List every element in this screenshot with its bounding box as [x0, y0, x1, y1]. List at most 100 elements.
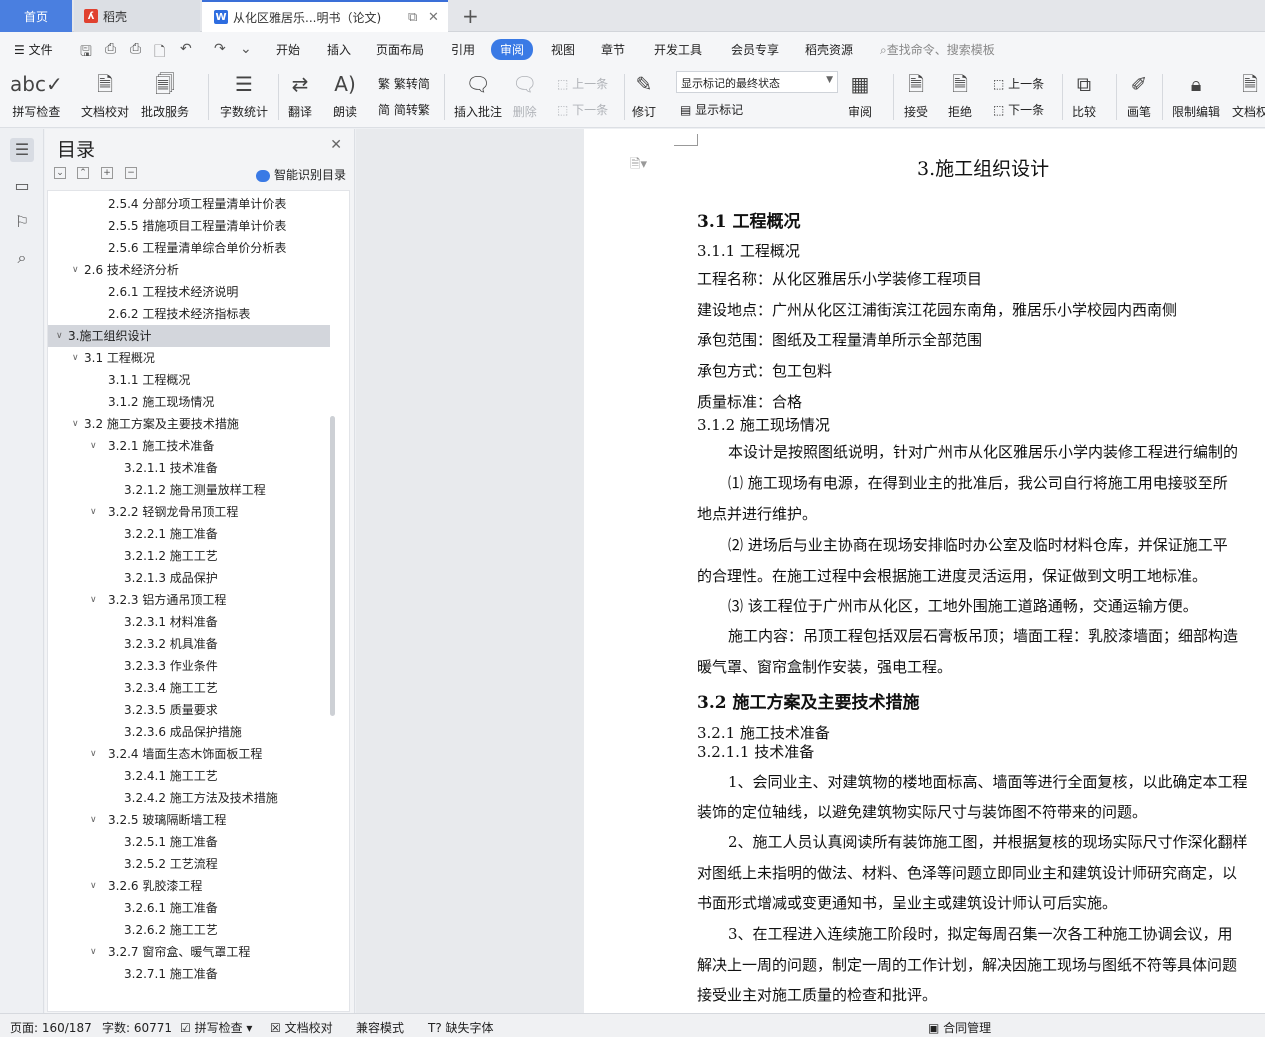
menu-dev-tools[interactable]: 开发工具 [654, 41, 702, 58]
toc-item[interactable]: 3.2.3.1 材料准备 [48, 611, 330, 633]
next-comment-button[interactable]: ⬚ 下一条 [557, 101, 608, 118]
reject-button[interactable]: 🗎 拒绝 [948, 70, 972, 120]
smart-toc-button[interactable]: 智能识别目录 [255, 166, 346, 183]
toc-item[interactable]: 3.2.4.1 施工工艺 [48, 765, 330, 787]
toc-item[interactable]: 3.2.1.2 施工测量放样工程 [48, 479, 330, 501]
chevron-down-icon[interactable]: ∨ [90, 589, 102, 611]
prev-comment-button[interactable]: ⬚ 上一条 [557, 75, 608, 92]
tab-daoke[interactable]: ʎ 稻壳 [74, 0, 200, 32]
chevron-down-icon[interactable]: ∨ [90, 941, 102, 963]
toc-item[interactable]: 3.1.2 施工现场情况 [48, 391, 330, 413]
batch-service-button[interactable]: 🗐 批改服务 [141, 70, 189, 120]
save-icon[interactable]: 🖫 [80, 41, 92, 65]
markup-state-select[interactable]: 显示标记的最终状态 ▼ [676, 71, 838, 93]
trad-to-simp-button[interactable]: 繁 繁转简 [378, 75, 430, 92]
toc-item[interactable]: 3.2.2.1 施工准备 [48, 523, 330, 545]
expand-all-icon[interactable]: ⌃ [77, 167, 89, 179]
toc-item[interactable]: ∨ 2.6 技术经济分析 [48, 259, 330, 281]
compare-button[interactable]: ⧉ 比较 [1072, 70, 1096, 120]
toc-item[interactable]: 2.5.6 工程量清单综合单价分析表 [48, 237, 330, 259]
toc-item[interactable]: 3.2.3.4 施工工艺 [48, 677, 330, 699]
toc-item[interactable]: 3.2.3.5 质量要求 [48, 699, 330, 721]
doc-permission-button[interactable]: 🗎 文档权 [1232, 70, 1265, 120]
menu-member[interactable]: 会员专享 [731, 41, 779, 58]
toc-item[interactable]: 3.1.1 工程概况 [48, 369, 330, 391]
chevron-down-icon[interactable]: ∨ [72, 259, 84, 281]
translate-button[interactable]: ⇄ 翻译 [288, 70, 312, 120]
file-menu[interactable]: ☰ 文件 [14, 41, 53, 58]
toc-item[interactable]: ∨ 3.2.6 乳胶漆工程 [48, 875, 330, 897]
menu-daoke-resources[interactable]: 稻壳资源 [805, 41, 853, 58]
toc-item[interactable]: ∨ 3.施工组织设计 [48, 325, 330, 347]
close-icon[interactable]: ✕ [330, 137, 342, 153]
toc-item[interactable]: 2.6.1 工程技术经济说明 [48, 281, 330, 303]
chevron-down-icon[interactable]: ∨ [72, 413, 84, 435]
preview-icon[interactable]: 🗋 [154, 41, 165, 65]
remove-heading-icon[interactable]: − [125, 167, 137, 179]
new-tab-icon[interactable]: + [462, 4, 479, 28]
revise-button[interactable]: ✎ 修订 [632, 70, 656, 120]
toc-icon[interactable]: ☰ [10, 138, 34, 162]
toc-item[interactable]: ∨ 3.2.5 玻璃隔断墙工程 [48, 809, 330, 831]
find-icon[interactable]: ⌕ [10, 246, 34, 270]
toc-item[interactable]: 3.2.7.1 施工准备 [48, 963, 330, 985]
toc-item[interactable]: 3.2.5.1 施工准备 [48, 831, 330, 853]
toc-item[interactable]: 3.2.6.2 施工工艺 [48, 919, 330, 941]
missing-font[interactable]: T? 缺失字体 [428, 1019, 494, 1036]
toc-scrollbar[interactable] [330, 416, 335, 716]
menu-section[interactable]: 章节 [601, 41, 625, 58]
chevron-down-icon[interactable]: ∨ [90, 435, 102, 457]
close-tab-icon[interactable]: ✕ [428, 10, 439, 25]
toc-item[interactable]: 3.2.5.2 工艺流程 [48, 853, 330, 875]
toc-item[interactable]: ∨ 3.2.7 窗帘盒、暖气罩工程 [48, 941, 330, 963]
chevron-down-icon[interactable]: ∨ [90, 743, 102, 765]
collapse-all-icon[interactable]: ⌄ [54, 167, 66, 179]
page-indicator[interactable]: 页面: 160/187 [10, 1019, 92, 1036]
read-aloud-button[interactable]: A) 朗读 [333, 70, 357, 120]
chevron-down-icon[interactable]: ∨ [72, 347, 84, 369]
bookmark-icon[interactable]: ⚐ [10, 210, 34, 234]
menu-insert[interactable]: 插入 [327, 41, 351, 58]
toc-item[interactable]: ∨ 3.2.2 轻钢龙骨吊顶工程 [48, 501, 330, 523]
spell-check-button[interactable]: abc✓ 拼写检查 [10, 70, 63, 120]
prev-change-button[interactable]: ⬚ 上一条 [993, 75, 1044, 92]
status-doc-proof[interactable]: ☒ 文档校对 [270, 1019, 333, 1036]
toc-item[interactable]: 3.2.1.2 施工工艺 [48, 545, 330, 567]
insert-comment-button[interactable]: 🗨 插入批注 [454, 70, 502, 120]
contract-management[interactable]: ▣ 合同管理 [928, 1019, 991, 1036]
word-count-indicator[interactable]: 字数: 60771 [102, 1019, 172, 1036]
chevron-down-icon[interactable]: ∨ [90, 809, 102, 831]
menu-reference[interactable]: 引用 [451, 41, 475, 58]
accept-button[interactable]: 🗎 接受 [904, 70, 928, 120]
simp-to-trad-button[interactable]: 简 简转繁 [378, 101, 430, 118]
toc-item[interactable]: 3.2.3.2 机具准备 [48, 633, 330, 655]
doc-proof-button[interactable]: 🗎 文档校对 [81, 70, 129, 120]
undo-icon[interactable]: ↶ [180, 41, 192, 57]
restrict-edit-button[interactable]: 🔒︎ 限制编辑 [1172, 70, 1220, 120]
word-count-button[interactable]: ☰ 字数统计 [220, 70, 268, 120]
print-icon[interactable]: ⎙ [130, 41, 141, 57]
menu-start[interactable]: 开始 [276, 41, 300, 58]
toc-item[interactable]: 2.6.2 工程技术经济指标表 [48, 303, 330, 325]
toc-item[interactable]: 3.2.3.3 作业条件 [48, 655, 330, 677]
toc-item[interactable]: ∨ 3.2 施工方案及主要技术措施 [48, 413, 330, 435]
chevron-down-icon[interactable]: ∨ [90, 875, 102, 897]
toc-item[interactable]: 3.2.1.1 技术准备 [48, 457, 330, 479]
add-heading-icon[interactable]: + [101, 167, 113, 179]
menu-page-layout[interactable]: 页面布局 [376, 41, 424, 58]
toc-item[interactable]: ∨ 3.1 工程概况 [48, 347, 330, 369]
next-change-button[interactable]: ⬚ 下一条 [993, 101, 1044, 118]
toc-item[interactable]: ∨ 3.2.3 铝方通吊顶工程 [48, 589, 330, 611]
toc-item[interactable]: 3.2.1.3 成品保护 [48, 567, 330, 589]
toc-item[interactable]: 2.5.4 分部分项工程量清单计价表 [48, 193, 330, 215]
export-pdf-icon[interactable]: ⎙ [105, 41, 116, 57]
tab-home[interactable]: 首页 [0, 0, 72, 32]
restore-tab-icon[interactable]: ⧉ [408, 10, 417, 25]
tab-document[interactable]: W 从化区雅居乐...明书（论文) ⧉ ✕ [202, 0, 448, 32]
menu-view[interactable]: 视图 [551, 41, 575, 58]
customize-chevron-icon[interactable]: ⌄ [240, 41, 252, 57]
chevron-down-icon[interactable]: ∨ [90, 501, 102, 523]
toc-item[interactable]: 3.2.3.6 成品保护措施 [48, 721, 330, 743]
menu-review[interactable]: 审阅 [491, 39, 534, 60]
redo-icon[interactable]: ↷ [214, 41, 226, 57]
